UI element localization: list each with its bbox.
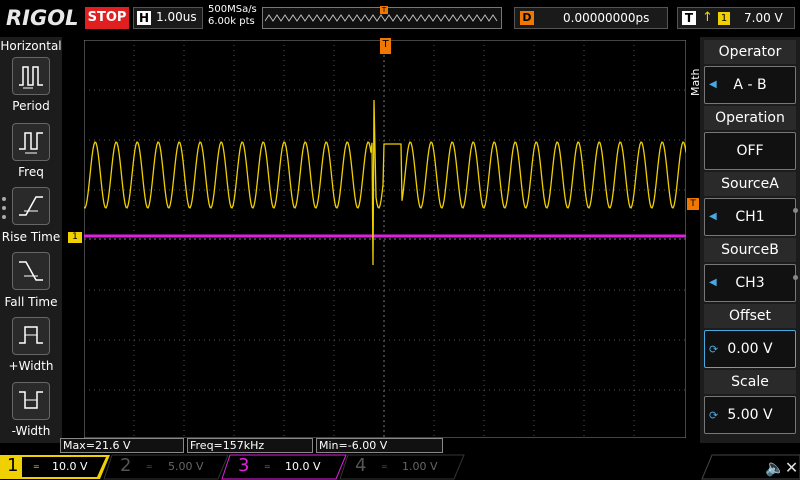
trigger-position-marker[interactable]: T — [380, 38, 391, 54]
right-edge-dot — [793, 275, 798, 280]
menu-operation-label: Operation — [704, 106, 796, 130]
menu-offset-label: Offset — [704, 304, 796, 328]
measure-negative-width-button[interactable] — [12, 382, 50, 420]
menu-offset-value: 0.00 V — [727, 341, 773, 357]
ch3-coupling-icon: = — [264, 462, 271, 471]
ch3-scale[interactable]: 10.0 V — [285, 456, 321, 478]
timebase-value: 1.00us — [156, 10, 197, 24]
frequency-icon — [19, 132, 43, 154]
menu-operation-value: OFF — [736, 143, 764, 159]
memory-trigger-marker: T — [380, 6, 388, 14]
delay-label: D — [520, 11, 534, 25]
menu-source-b[interactable]: SourceB ◀ CH3 — [704, 238, 796, 302]
menu-source-a-value-box[interactable]: ◀ CH1 — [704, 198, 796, 236]
measure-rise-time-label: Rise Time — [1, 230, 61, 244]
positive-width-icon — [19, 326, 43, 344]
right-edge-dot — [793, 208, 798, 213]
measurement-min[interactable]: Min=-6.00 V — [316, 438, 443, 453]
menu-operator[interactable]: Operator ◀ A - B — [704, 40, 796, 104]
measure-positive-width-label: +Width — [8, 359, 54, 373]
menu-operator-label: Operator — [704, 40, 796, 64]
trigger-label: T — [682, 11, 696, 25]
memory-overview-bar: T — [262, 6, 502, 29]
measure-fall-time-button[interactable] — [12, 252, 50, 290]
menu-scale[interactable]: Scale ⟳ 5.00 V — [704, 370, 796, 434]
horizontal-label: H — [137, 11, 151, 25]
trigger-level-marker[interactable]: T — [687, 198, 699, 210]
ch2-scale[interactable]: 5.00 V — [168, 456, 204, 478]
menu-source-a-value: CH1 — [735, 209, 765, 225]
menu-operator-value-box[interactable]: ◀ A - B — [704, 66, 796, 104]
speaker-mute-icon[interactable]: 🔈✕ — [765, 458, 798, 477]
top-status-bar: RIGOL STOP H 1.00us 500MSa/s 6.00k pts T… — [0, 0, 800, 36]
left-arrow-icon: ◀ — [709, 79, 717, 90]
left-arrow-icon: ◀ — [709, 211, 717, 222]
brand-logo: RIGOL — [6, 6, 79, 30]
sample-rate: 500MSa/s — [208, 4, 257, 15]
sidebar-scroll-dots[interactable] — [2, 197, 8, 224]
menu-offset-value-box[interactable]: ⟳ 0.00 V — [704, 330, 796, 368]
delay-value: 0.00000000ps — [563, 11, 650, 25]
ch4-scale[interactable]: 1.00 V — [402, 456, 438, 478]
measure-rise-time-button[interactable] — [12, 187, 50, 225]
memory-depth: 6.00k pts — [208, 16, 255, 27]
math-menu-title: Math — [689, 68, 702, 96]
menu-source-b-label: SourceB — [704, 238, 796, 262]
fall-time-icon — [19, 261, 43, 281]
ch2-number[interactable]: 2 — [120, 455, 131, 477]
ch4-coupling-icon: = — [381, 462, 388, 471]
menu-operation-value-box[interactable]: OFF — [704, 132, 796, 170]
menu-offset[interactable]: Offset ⟳ 0.00 V — [704, 304, 796, 368]
trigger-level: 7.00 V — [744, 11, 783, 25]
measure-positive-width-button[interactable] — [12, 317, 50, 355]
rising-edge-icon: ↑ — [702, 10, 713, 25]
measure-sidebar: Horizontal Period Freq Rise Time Fall Ti… — [0, 37, 62, 443]
knob-icon: ⟳ — [709, 409, 719, 422]
knob-icon: ⟳ — [709, 343, 719, 356]
menu-scale-value-box[interactable]: ⟳ 5.00 V — [704, 396, 796, 434]
measure-fall-time-label: Fall Time — [4, 295, 58, 309]
period-icon — [19, 66, 43, 89]
menu-operator-value: A - B — [733, 77, 767, 93]
ch4-number[interactable]: 4 — [355, 455, 366, 477]
delay-box[interactable]: D 0.00000000ps — [514, 7, 668, 29]
run-stop-indicator[interactable]: STOP — [85, 7, 129, 29]
rise-time-icon — [19, 196, 43, 216]
measure-negative-width-label: -Width — [11, 424, 51, 438]
ch2-coupling-icon: = — [146, 462, 153, 471]
ch1-scale[interactable]: 10.0 V — [52, 456, 88, 478]
negative-width-icon — [19, 391, 43, 409]
trigger-box[interactable]: T ↑ 1 7.00 V — [677, 7, 795, 29]
measurement-max[interactable]: Max=21.6 V — [60, 438, 184, 453]
measure-freq-label: Freq — [18, 165, 44, 179]
acquisition-info: 500MSa/s 6.00k pts — [208, 4, 257, 28]
menu-scale-value: 5.00 V — [727, 407, 773, 423]
timebase-box[interactable]: H 1.00us — [133, 7, 203, 29]
ch1-coupling-icon: = — [33, 462, 40, 471]
menu-source-a[interactable]: SourceA ◀ CH1 — [704, 172, 796, 236]
ch1-offset-marker[interactable]: 1 — [68, 232, 82, 243]
menu-source-a-label: SourceA — [704, 172, 796, 196]
menu-scale-label: Scale — [704, 370, 796, 394]
menu-source-b-value: CH3 — [735, 275, 765, 291]
ch1-number[interactable]: 1 — [7, 455, 18, 477]
menu-source-b-value-box[interactable]: ◀ CH3 — [704, 264, 796, 302]
trigger-source: 1 — [718, 12, 730, 25]
measure-freq-button[interactable] — [12, 123, 50, 161]
measure-period-button[interactable] — [12, 57, 50, 95]
menu-operation[interactable]: Operation OFF — [704, 106, 796, 170]
ch3-number[interactable]: 3 — [238, 455, 249, 477]
measure-category-title: Horizontal — [0, 39, 62, 53]
measure-period-label: Period — [12, 99, 50, 113]
measurement-freq[interactable]: Freq=157kHz — [187, 438, 313, 453]
waveform-display[interactable] — [84, 40, 686, 438]
left-arrow-icon: ◀ — [709, 277, 717, 288]
